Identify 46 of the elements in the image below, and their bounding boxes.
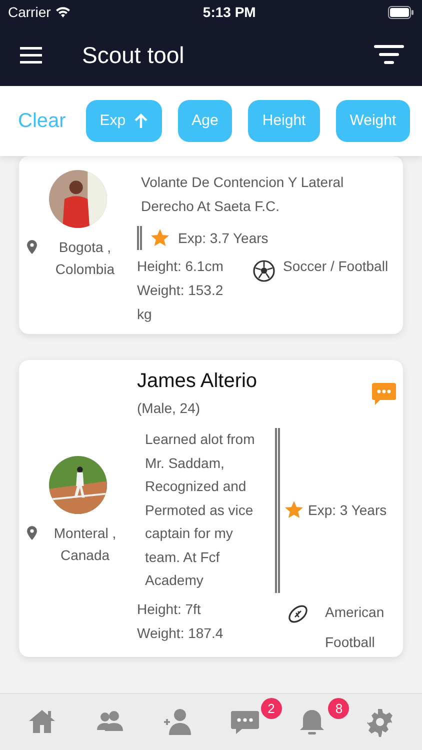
chat-bubble-icon bbox=[371, 382, 397, 406]
wifi-icon bbox=[54, 6, 71, 18]
star-icon bbox=[150, 228, 170, 248]
status-time: 5:13 PM bbox=[202, 2, 256, 22]
player-name: James Alterio bbox=[137, 369, 258, 394]
notification-badge: 8 bbox=[328, 698, 350, 719]
sport-name: American Football bbox=[325, 602, 386, 652]
location-pin-icon bbox=[27, 526, 37, 540]
weight-text: Weight: 187.4 bbox=[137, 624, 224, 643]
notification-badge: 2 bbox=[260, 698, 282, 719]
battery-icon bbox=[388, 6, 414, 18]
experience-text: Exp: 3.7 Years bbox=[178, 229, 268, 248]
bio-text: Learned alot from Mr. Saddam, Recognized and Permoted as vice captain for my team. At Fcf Academy bbox=[144, 430, 256, 590]
location-text: Monteral , Canada bbox=[52, 524, 118, 566]
add-user-icon bbox=[162, 707, 192, 737]
sort-button[interactable]: Height bbox=[248, 100, 320, 142]
height-text: Height: 7ft bbox=[137, 600, 202, 619]
menu-icon bbox=[20, 46, 42, 64]
star-icon bbox=[284, 500, 304, 520]
weight-text: Weight: 153.2 kg bbox=[137, 281, 224, 324]
player-card[interactable]: Monteral , Canada James Alterio (Male, 24) Learned alot from Mr. Saddam, Recognized and Permoted as vice captain for my team. At Fcf Academy Exp: 3 Years Height: 7ft Weight: 187.4 American Football bbox=[19, 360, 403, 656]
settings-icon bbox=[365, 707, 396, 737]
sort-button[interactable]: Age bbox=[178, 100, 232, 142]
sport-name: Soccer / Football bbox=[283, 257, 388, 276]
height-text: Height: 6.1cm bbox=[137, 257, 224, 276]
clear-button[interactable]: Clear bbox=[18, 106, 66, 136]
experience-text: Exp: 3 Years bbox=[308, 501, 387, 520]
carrier-name: Carrier bbox=[8, 2, 51, 22]
filter-button[interactable] bbox=[374, 44, 404, 66]
football-icon bbox=[287, 602, 309, 624]
player-card[interactable]: Bogota , Colombia Volante De Contencion Y Lateral Derecho At Saeta F.C. Exp: 3.7 Years Height: 6.1cm Weight: 153.2 kg Soccer / Football bbox=[19, 156, 403, 334]
message-button[interactable] bbox=[371, 382, 397, 406]
soccer-ball-icon bbox=[253, 260, 275, 282]
location-pin-icon bbox=[27, 240, 37, 254]
location-text: Bogota , Colombia bbox=[54, 238, 116, 279]
sort-button[interactable]: Exp bbox=[86, 100, 162, 142]
tab-button[interactable] bbox=[162, 707, 192, 737]
menu-button[interactable] bbox=[20, 46, 42, 64]
filter-icon bbox=[374, 44, 404, 66]
double-divider bbox=[137, 226, 142, 250]
bio-text: Volante De Contencion Y Lateral Derecho At Saeta F.C. bbox=[140, 173, 345, 216]
sort-button[interactable]: Weight bbox=[336, 100, 410, 142]
app-title: Scout tool bbox=[82, 40, 186, 70]
up-arrow-icon bbox=[134, 113, 148, 129]
player-details: (Male, 24) bbox=[137, 399, 202, 418]
tab-button[interactable] bbox=[365, 707, 396, 737]
